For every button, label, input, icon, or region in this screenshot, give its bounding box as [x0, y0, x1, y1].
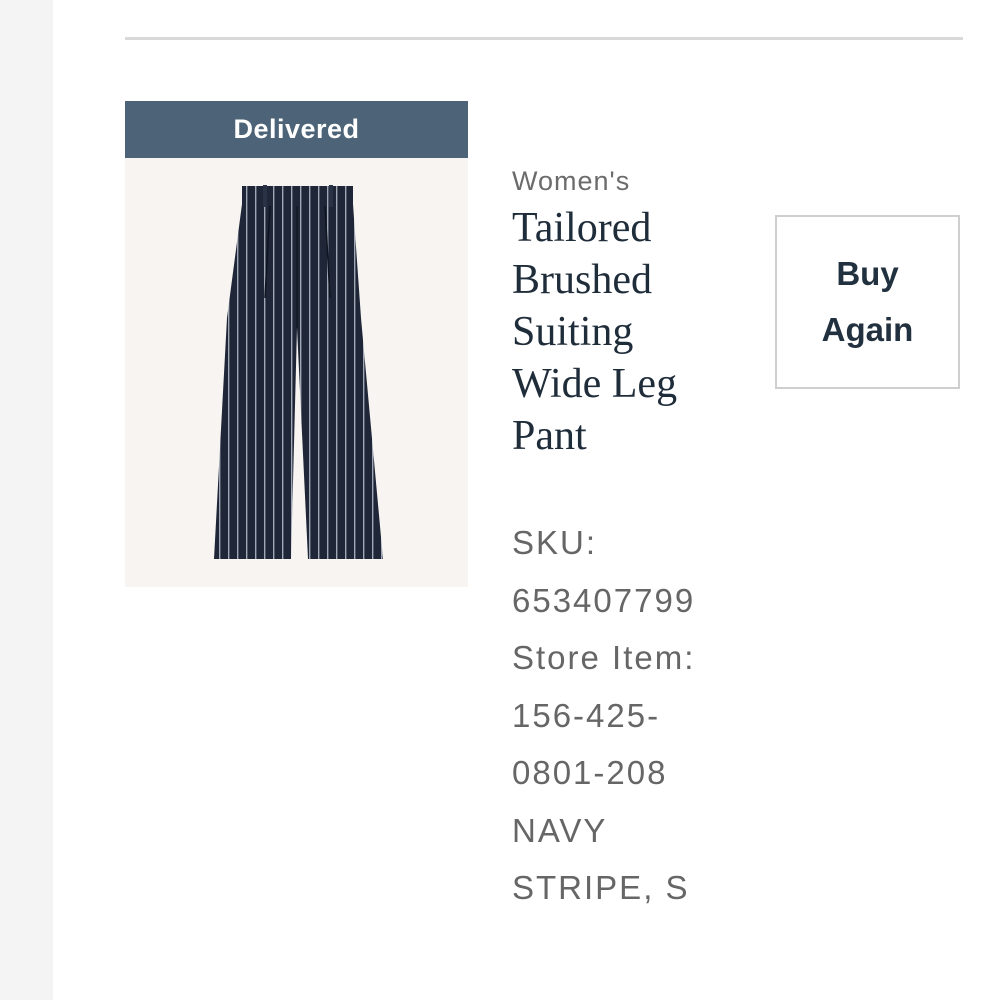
product-details: Women's Tailored Brushed Suiting Wide Le… — [512, 164, 762, 917]
store-item-label: Store Item: — [512, 639, 696, 676]
buy-again-label-line1: Buy — [836, 255, 899, 292]
sku-label: SKU: — [512, 524, 598, 561]
order-page: Delivered Women's Tailored Brushed Suiti… — [0, 0, 1000, 1000]
variant-line2: STRIPE, S — [512, 869, 690, 906]
status-badge: Delivered — [125, 101, 468, 158]
product-image[interactable] — [125, 158, 468, 587]
sku-value: 653407799 — [512, 581, 696, 619]
product-category: Women's — [512, 166, 631, 196]
store-item-value-line2: 0801-208 — [512, 754, 668, 791]
section-divider — [125, 37, 963, 40]
buy-again-button[interactable]: Buy Again — [775, 215, 960, 389]
product-meta: SKU: 653407799 Store Item: 156-425- 0801… — [512, 514, 762, 917]
buy-again-label-line2: Again — [821, 311, 914, 348]
variant-line1: NAVY — [512, 811, 608, 849]
store-item-value-line1: 156-425- — [512, 696, 661, 734]
product-name[interactable]: Tailored Brushed Suiting Wide Leg Pant — [512, 202, 722, 462]
product-card[interactable]: Delivered — [125, 101, 468, 587]
left-gutter — [0, 0, 53, 1000]
